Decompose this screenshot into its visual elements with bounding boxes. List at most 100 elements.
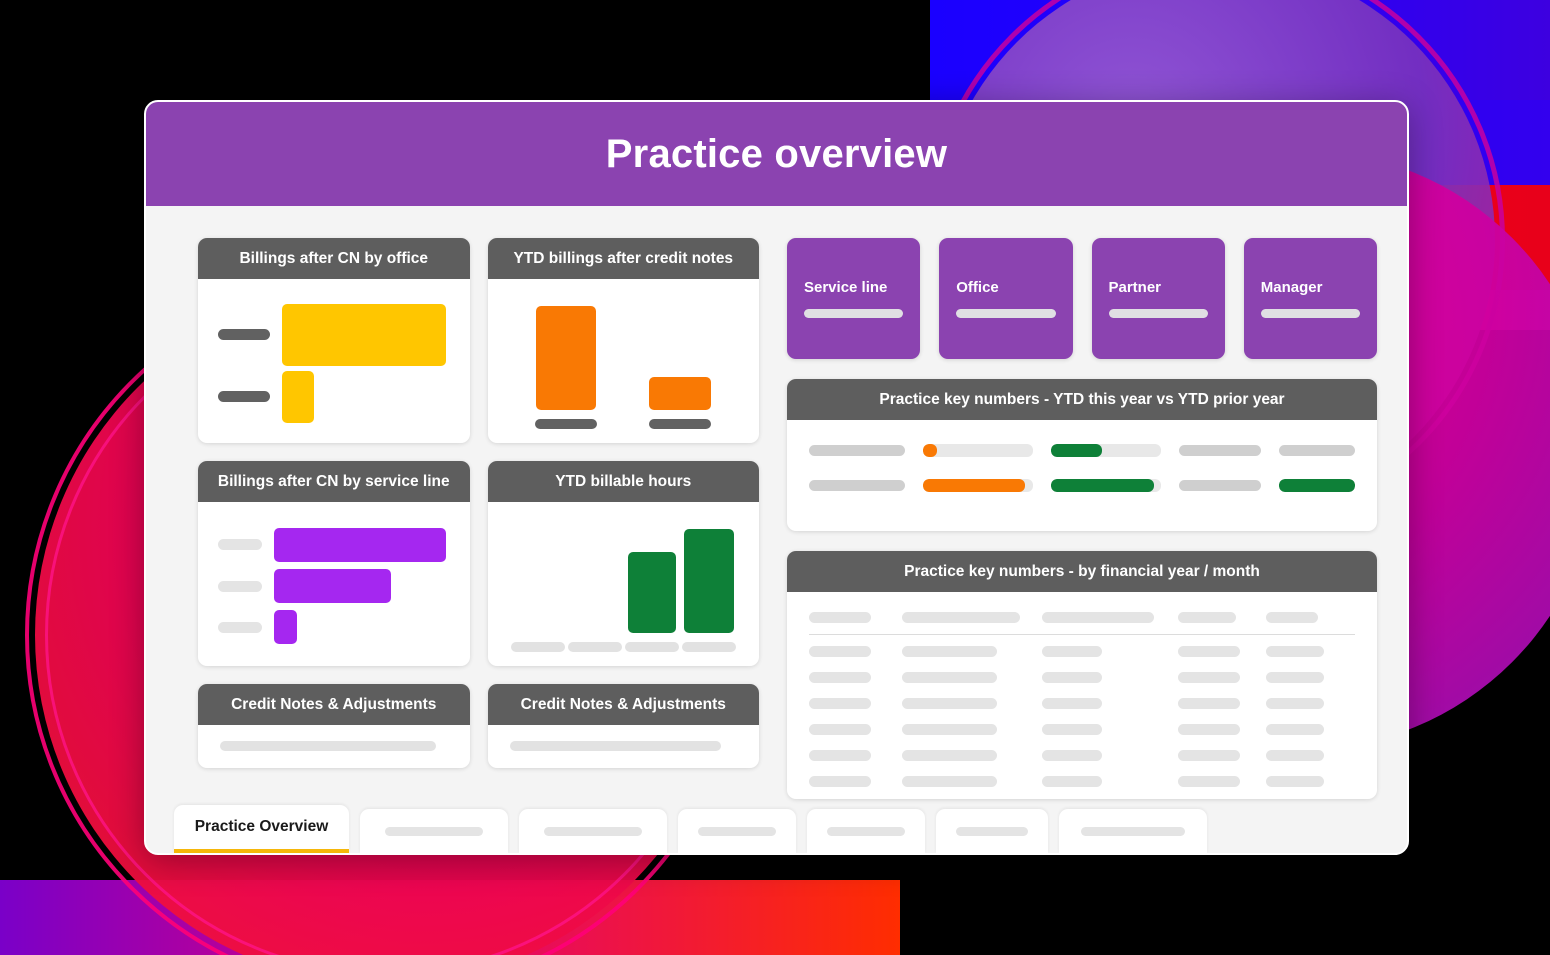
table-cell-placeholder [1042,698,1103,710]
credit-notes-body[interactable] [488,725,760,768]
table-cell-placeholder [902,672,998,684]
progress-bar-fill [923,479,1026,493]
bar-axis-tick-label [681,642,736,652]
progress-bar-track[interactable] [1279,479,1355,493]
card-credit-notes-adjustments[interactable]: Credit Notes & Adjustments [198,684,470,768]
chart-row-top: Billings after CN by office YTD billings… [198,238,759,443]
card-billings-by-office[interactable]: Billings after CN by office [198,238,470,443]
placeholder-bar [1279,445,1355,457]
table-cell [1177,724,1267,736]
key-numbers-table[interactable] [787,592,1377,799]
table-cell-placeholder [809,672,871,684]
placeholder-bar [1179,480,1261,492]
table-cell [902,646,1042,658]
tab-label-placeholder [1081,826,1185,836]
tab-tab-6[interactable] [936,809,1048,853]
key-numbers-cell [923,444,1033,458]
table-header-row [809,612,1355,624]
tab-tab-5[interactable] [807,809,925,853]
chart-ytd-billings-after-credit-notes[interactable] [488,279,760,443]
bar-plot-area [510,295,738,410]
bar[interactable] [649,377,712,410]
table-row[interactable] [809,698,1355,710]
table-cell-placeholder [1266,750,1325,762]
tab-label-placeholder [698,826,776,836]
progress-bar-track[interactable] [923,479,1033,493]
card-practice-key-numbers-by-fy-month[interactable]: Practice key numbers - by financial year… [787,551,1377,799]
bar-column [680,529,737,633]
bar-plot-area [510,518,738,633]
table-row[interactable] [809,724,1355,736]
bar-axis [510,419,738,429]
key-numbers-cell [923,479,1033,493]
table-header-placeholder [902,612,1021,624]
filter-value-placeholder [804,309,904,318]
filter-card-group: Service line Office Partner Manager [787,238,1377,359]
bar[interactable] [282,303,446,366]
bar[interactable] [536,306,597,410]
progress-bar-fill [1051,444,1102,458]
filter-card-service-line[interactable]: Service line [787,238,921,359]
key-numbers-progress-area[interactable] [787,420,1377,531]
filter-card-manager[interactable]: Manager [1243,238,1377,359]
chart-ytd-billable-hours[interactable] [488,502,760,666]
table-cell [1042,698,1177,710]
bar[interactable] [274,527,446,562]
filter-card-office[interactable]: Office [939,238,1073,359]
table-cell-placeholder [1177,698,1240,710]
tab-tab-7[interactable] [1059,809,1207,853]
table-cell [1177,750,1267,762]
table-cell [1042,646,1177,658]
table-row[interactable] [809,776,1355,788]
bar-row [218,370,446,423]
dashboard-window: Practice overview Billings after CN by o… [144,100,1409,855]
bar-axis-tick-label [649,419,712,429]
bar[interactable] [274,569,391,604]
bar[interactable] [683,529,734,633]
left-column: Billings after CN by office YTD billings… [198,238,759,799]
table-cell-placeholder [1266,646,1325,658]
table-cell [902,750,1042,762]
chart-billings-by-office[interactable] [198,279,470,443]
table-cell-placeholder [902,646,998,658]
tab-tab-4[interactable] [678,809,796,853]
table-header-cell [1266,612,1355,624]
filter-value-placeholder [956,309,1056,318]
card-ytd-billable-hours[interactable]: YTD billable hours [487,461,760,666]
placeholder-bar [809,480,905,492]
bar-category-label [218,621,262,633]
tab-tab-3[interactable] [519,809,667,853]
table-row[interactable] [809,750,1355,762]
table-cell-placeholder [809,776,871,788]
card-practice-key-numbers-ytd[interactable]: Practice key numbers - YTD this year vs … [787,379,1377,531]
tab-label-placeholder [956,826,1028,836]
bar-axis-cell [623,419,737,429]
table-cell [809,776,902,788]
tab-label-placeholder [544,826,642,836]
table-row[interactable] [809,646,1355,658]
tab-practice-overview[interactable]: Practice Overview [174,805,349,853]
tab-tab-2[interactable] [360,809,508,853]
key-numbers-cell [1279,479,1355,493]
progress-bar-track[interactable] [1051,479,1161,493]
tab-label-placeholder [827,826,905,836]
credit-notes-body[interactable] [198,725,470,768]
table-row[interactable] [809,672,1355,684]
bar[interactable] [282,370,314,423]
table-cell [1177,672,1267,684]
bar[interactable] [274,610,297,645]
table-cell-placeholder [1042,724,1103,736]
card-billings-by-service-line[interactable]: Billings after CN by service line [198,461,470,666]
card-ytd-billings-after-credit-notes[interactable]: YTD billings after credit notes [487,238,760,443]
chart-billings-by-service-line[interactable] [198,502,470,666]
progress-bar-track[interactable] [923,444,1033,458]
key-numbers-row [809,479,1355,493]
card-credit-notes-adjustments[interactable]: Credit Notes & Adjustments [487,684,760,768]
bar-category-label [218,391,270,402]
bar[interactable] [627,552,676,633]
progress-bar-track[interactable] [1051,444,1161,458]
filter-card-partner[interactable]: Partner [1091,238,1225,359]
chart-row-middle: Billings after CN by service line YTD bi… [198,461,759,666]
filter-label-manager: Manager [1260,279,1323,296]
table-header-cell [1177,612,1267,624]
